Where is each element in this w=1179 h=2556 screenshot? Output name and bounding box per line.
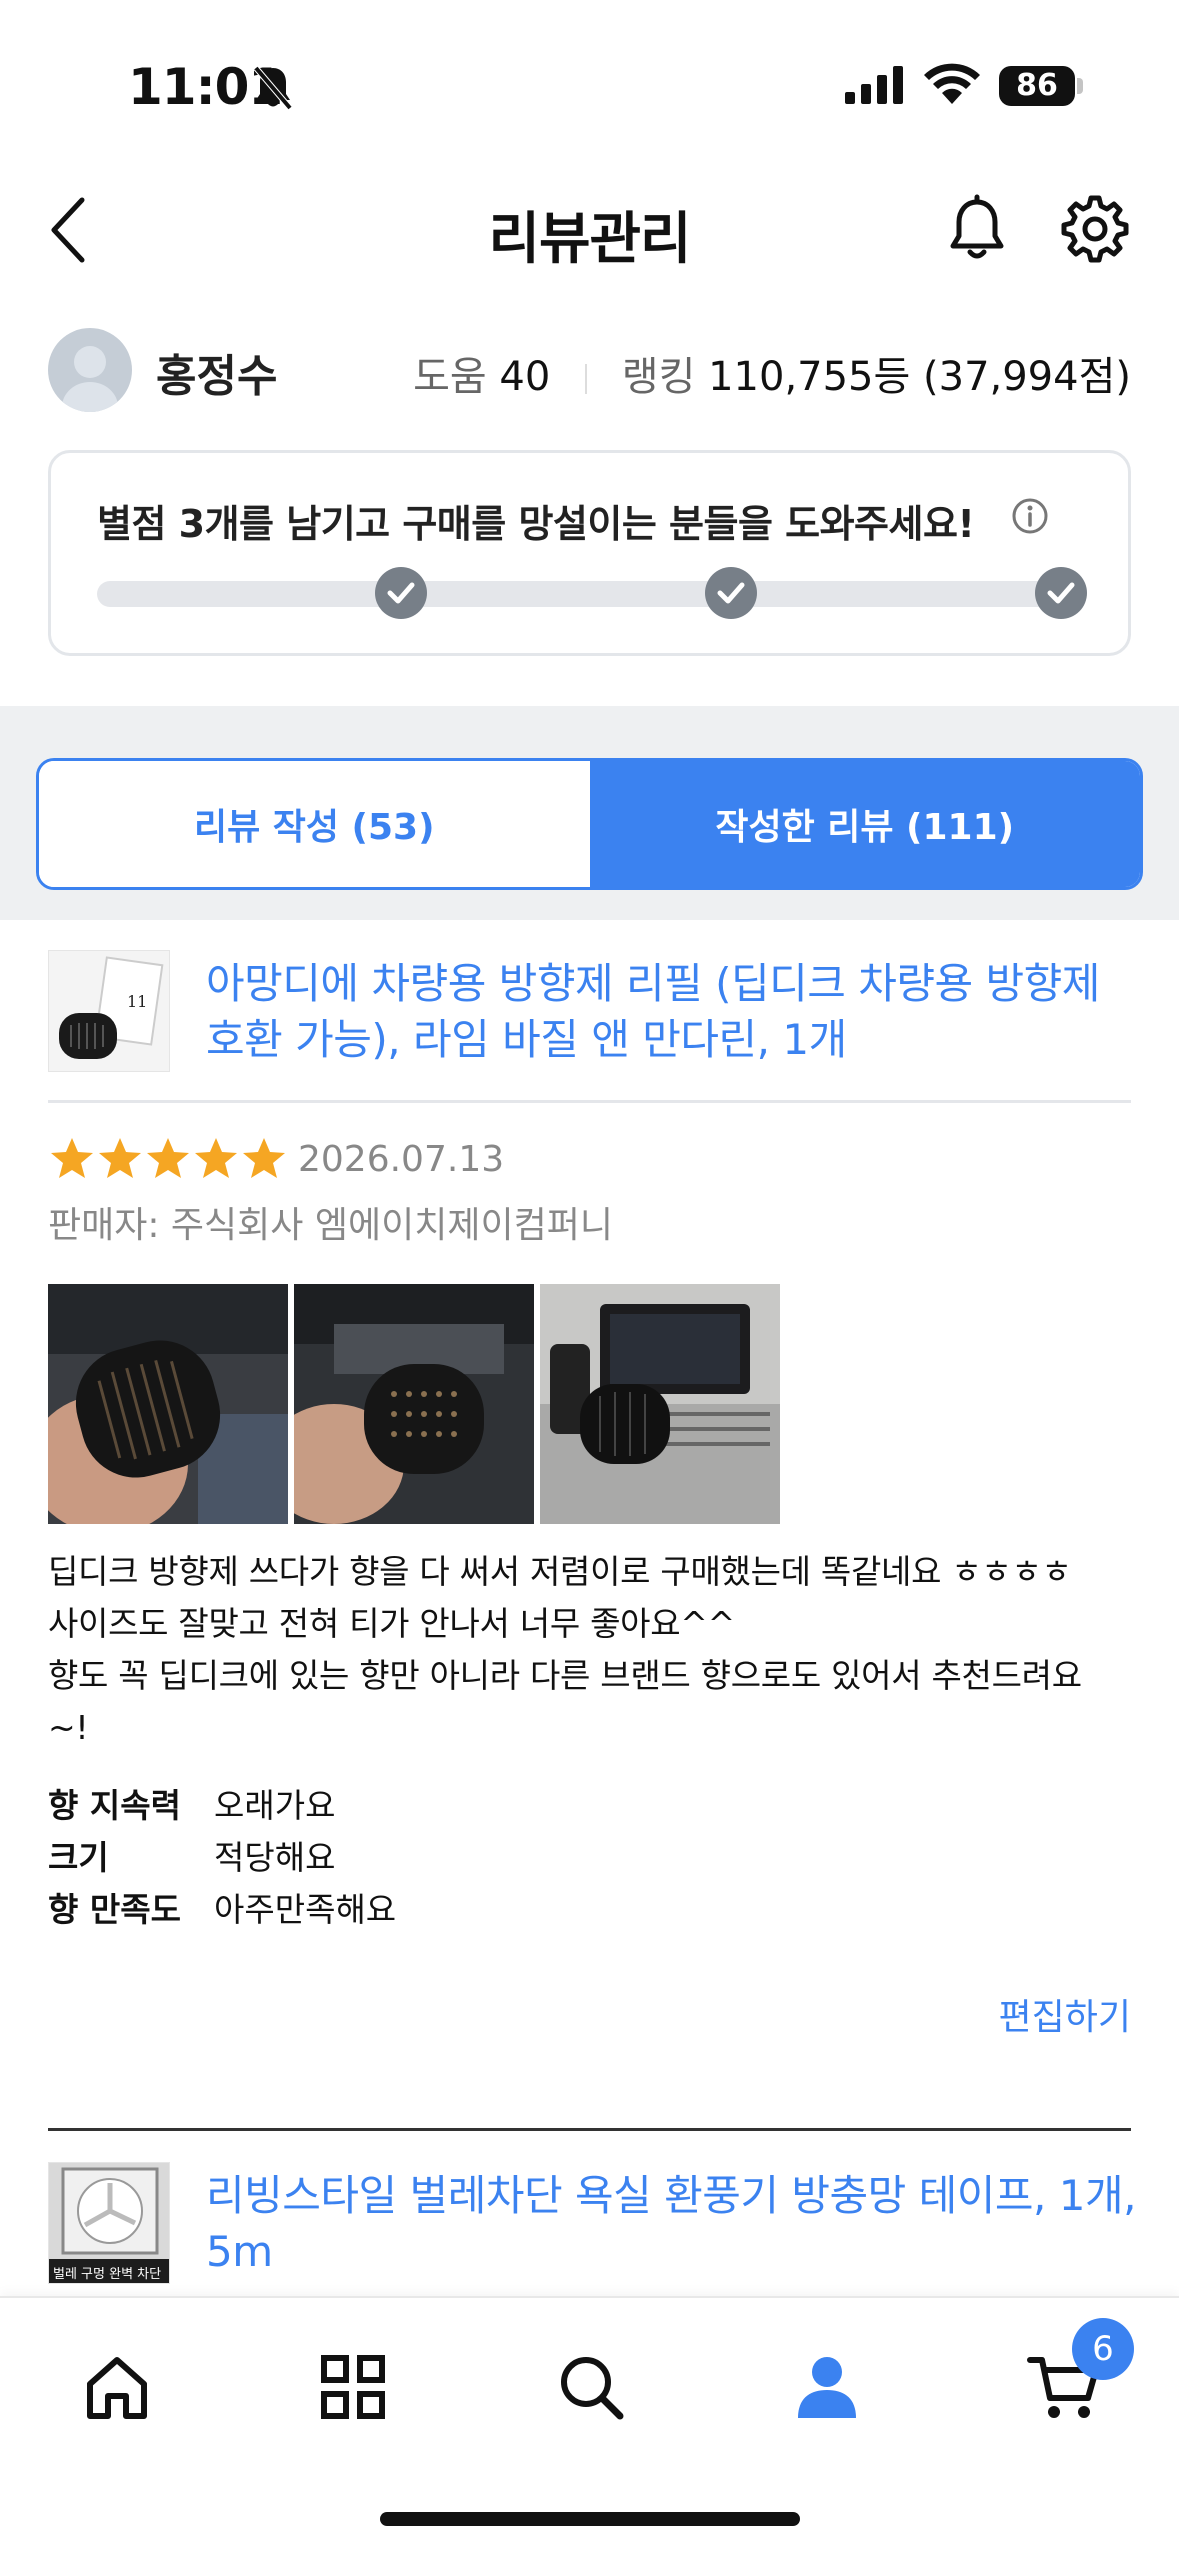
review-product: 11 아망디에 차량용 방향제 리필 (딥디크 차량용 방향제 호환 가능), … (48, 950, 1131, 1100)
attribute-label: 향 만족도 (48, 1890, 181, 1929)
seller-name: 판매자: 주식회사 엠에이치제이컴퍼니 (48, 1205, 613, 1246)
star-icon (147, 1138, 189, 1178)
review-text-line: ~! (48, 1708, 89, 1747)
next-review-product: 벌레 구멍 완벽 차단 리빙스타일 벌레차단 욕실 환풍기 방충망 테이프, 1… (48, 2162, 1136, 2292)
info-icon[interactable] (1011, 497, 1049, 535)
profile-stats: 도움 40 랭킹 110,755등 (37,994점) (413, 344, 1131, 402)
product-thumbnail[interactable]: 11 (48, 950, 170, 1072)
product-title-link[interactable]: 아망디에 차량용 방향제 리필 (딥디크 차량용 방향제 호환 가능), 라임 … (206, 956, 1146, 1068)
profile-icon (798, 2357, 856, 2418)
review-photo-2[interactable] (294, 1284, 534, 1524)
review-text-line: 사이즈도 잘맞고 전혀 티가 안나서 너무 좋아요^^ (48, 1604, 735, 1643)
attribute-row: 향 만족도 아주만족해요 (48, 1884, 396, 1936)
attribute-value: 오래가요 (214, 1786, 336, 1825)
product-title-link[interactable]: 리빙스타일 벌레차단 욕실 환풍기 방충망 테이프, 1개, 5m (206, 2168, 1146, 2280)
progress-step-1-check-icon (375, 567, 427, 619)
star-rating (48, 1135, 288, 1183)
profile-name: 홍정수 (156, 351, 278, 402)
home-indicator (380, 2512, 800, 2526)
divider (48, 1100, 1131, 1103)
thumb-caption: 벌레 구멍 완벽 차단 (53, 2267, 161, 2282)
star-icon (195, 1138, 237, 1178)
star-icon (243, 1138, 285, 1178)
tab-write-review[interactable]: 리뷰 작성 (53) (39, 761, 590, 887)
silent-mode-icon (252, 64, 294, 116)
help-label: 도움 (413, 354, 487, 400)
product-thumbnail[interactable]: 벌레 구멍 완벽 차단 (48, 2162, 170, 2284)
progress-step-3-check-icon (1035, 567, 1087, 619)
review-photo-3[interactable] (540, 1284, 780, 1524)
attribute-row: 향 지속력 오래가요 (48, 1780, 396, 1832)
wifi-icon (924, 62, 980, 108)
nav-header: 리뷰관리 (0, 170, 1179, 290)
battery-indicator: 86 (999, 66, 1075, 106)
rank-label: 랭킹 (621, 354, 696, 400)
profile-summary: 홍정수 도움 40 랭킹 110,755등 (37,994점) (48, 326, 1131, 416)
attribute-value: 아주만족해요 (214, 1890, 397, 1929)
star-icon (51, 1138, 93, 1178)
signal-icon (845, 66, 905, 108)
stats-separator (585, 364, 588, 394)
cart-count-badge: 6 (1072, 2318, 1134, 2380)
gear-icon (1061, 195, 1129, 263)
review-body: 딥디크 방향제 쓰다가 향을 다 써서 저렴이로 구매했는데 똑같네요 ㅎㅎㅎㅎ… (48, 1546, 1131, 1754)
bell-icon (950, 194, 1004, 259)
search-icon (561, 2357, 624, 2420)
tab-written-reviews[interactable]: 작성한 리뷰 (111) (589, 761, 1140, 887)
status-bar: 11:01 86 (0, 0, 1179, 150)
tab-home[interactable] (72, 2342, 162, 2432)
attribute-row: 크기 적당해요 (48, 1832, 396, 1884)
review-date: 2026.07.13 (298, 1138, 505, 1180)
review-progress-card: 별점 3개를 남기고 구매를 망설이는 분들을 도와주세요! (48, 450, 1131, 656)
svg-text:11: 11 (127, 992, 147, 1011)
category-icon (321, 2355, 385, 2419)
tab-my-page[interactable] (782, 2342, 872, 2432)
battery-tip (1077, 78, 1083, 94)
avatar (48, 328, 132, 412)
review-text-line: 딥디크 방향제 쓰다가 향을 다 써서 저렴이로 구매했는데 똑같네요 ㅎㅎㅎㅎ (48, 1552, 1072, 1591)
review-attributes: 향 지속력 오래가요 크기 적당해요 향 만족도 아주만족해요 (48, 1780, 396, 1936)
rank-value: 110,755등 (37,994점) (708, 354, 1131, 400)
help-value: 40 (499, 354, 551, 400)
notification-button[interactable] (942, 194, 1012, 264)
edit-review-link[interactable]: 편집하기 (999, 1988, 1131, 2040)
review-rating: 2026.07.13 (48, 1134, 504, 1184)
progress-track (97, 581, 1085, 607)
settings-button[interactable] (1060, 194, 1130, 264)
attribute-label: 향 지속력 (48, 1786, 181, 1825)
tab-category[interactable] (308, 2342, 398, 2432)
review-photo-1[interactable] (48, 1284, 288, 1524)
attribute-label: 크기 (48, 1838, 109, 1877)
attribute-value: 적당해요 (214, 1838, 336, 1877)
progress-step-2-check-icon (705, 567, 757, 619)
tab-search[interactable] (546, 2342, 636, 2432)
review-tabs: 리뷰 작성 (53) 작성한 리뷰 (111) (36, 758, 1143, 890)
progress-title: 별점 3개를 남기고 구매를 망설이는 분들을 도와주세요! (97, 502, 975, 546)
review-text-line: 향도 꼭 딥디크에 있는 향만 아니라 다른 브랜드 향으로도 있어서 추천드려… (48, 1656, 1082, 1695)
review-separator (48, 2128, 1131, 2131)
home-icon (87, 2357, 147, 2419)
review-photos (48, 1284, 786, 1524)
star-icon (99, 1138, 141, 1178)
